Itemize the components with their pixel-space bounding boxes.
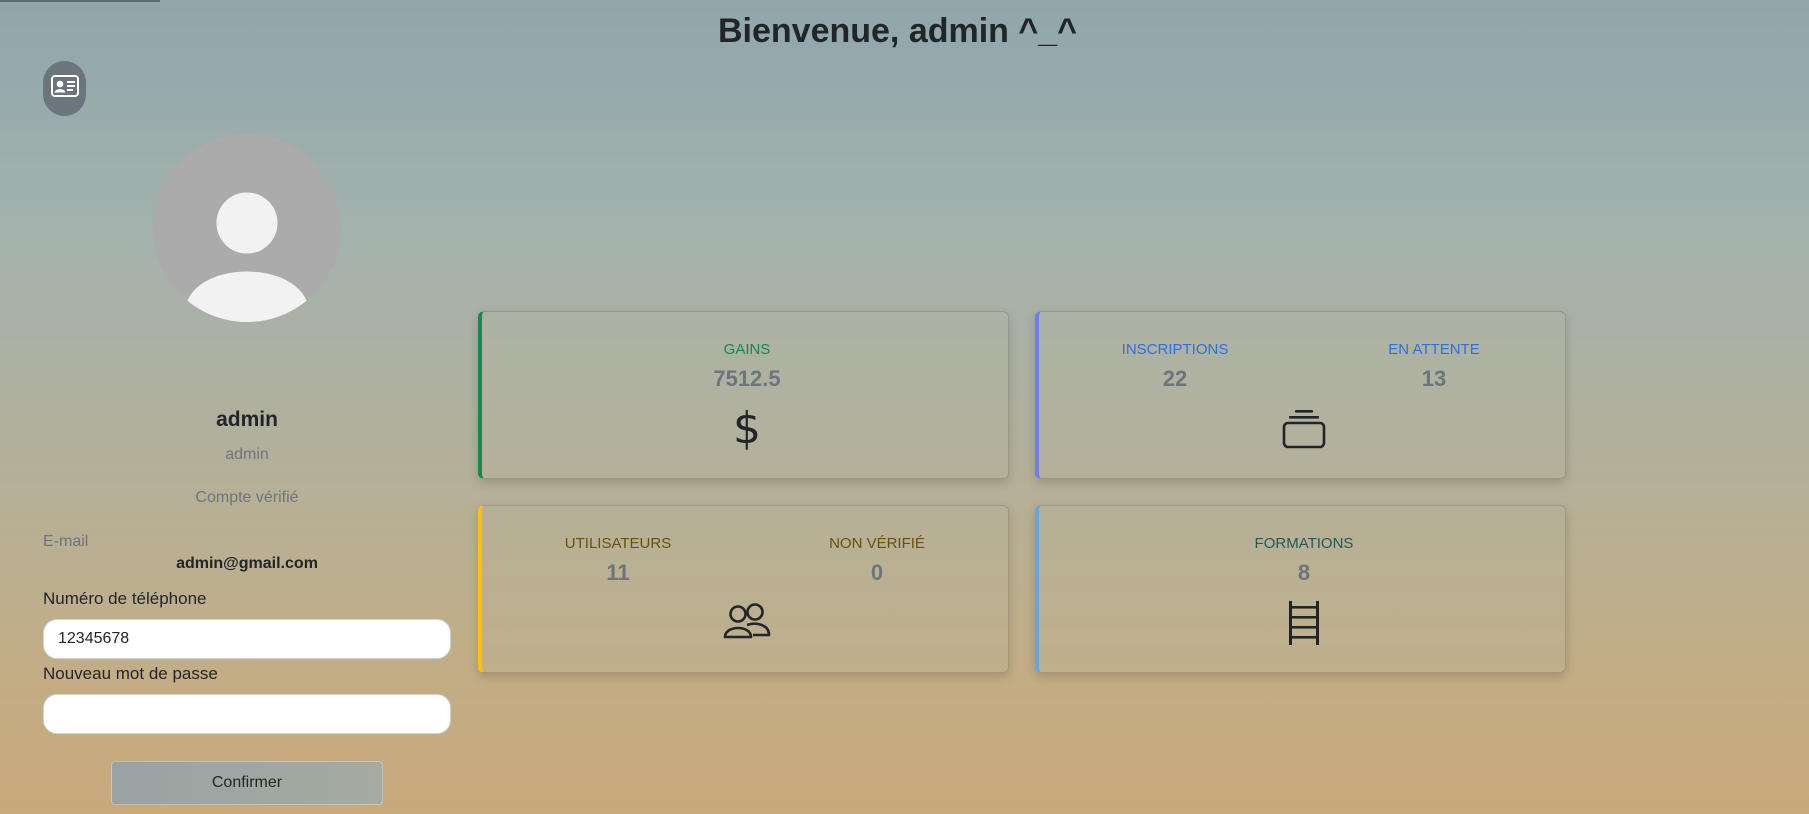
account-status: Compte vérifié bbox=[195, 489, 299, 506]
new-password-input[interactable] bbox=[43, 694, 451, 734]
person-vcard-icon bbox=[50, 75, 79, 102]
password-label: Nouveau mot de passe bbox=[43, 664, 218, 683]
profile-role: admin bbox=[225, 446, 269, 463]
gains-card: GAINS 7512.5 $ bbox=[478, 311, 1009, 479]
people-icon bbox=[722, 598, 772, 648]
top-left-tab bbox=[0, 0, 160, 2]
person-avatar-icon bbox=[153, 134, 341, 322]
users-label: UTILISATEURS bbox=[564, 535, 672, 552]
inscriptions-card: INSCRIPTIONS 22 EN ATTENTE 13 bbox=[1035, 311, 1566, 479]
profile-name: admin bbox=[216, 408, 278, 431]
confirm-button[interactable]: Confirmer bbox=[111, 761, 383, 805]
unverified-label: NON VÉRIFIÉ bbox=[829, 535, 925, 552]
formations-card: FORMATIONS 8 bbox=[1035, 505, 1566, 673]
phone-input[interactable] bbox=[43, 619, 451, 659]
pending-value: 13 bbox=[1421, 366, 1447, 391]
gains-value: 7512.5 bbox=[713, 366, 781, 391]
ladder-icon bbox=[1279, 598, 1329, 648]
id-card-button[interactable] bbox=[43, 61, 86, 116]
email-label: E-mail bbox=[43, 533, 89, 550]
page-title: Bienvenue, admin ^_^ bbox=[717, 12, 1078, 50]
users-value: 11 bbox=[606, 560, 630, 585]
avatar bbox=[153, 134, 341, 322]
formations-value: 8 bbox=[1297, 560, 1311, 585]
currency-dollar-icon: $ bbox=[733, 403, 761, 454]
unverified-value: 0 bbox=[870, 560, 884, 585]
phone-label: Numéro de téléphone bbox=[43, 589, 207, 608]
inscriptions-value: 22 bbox=[1162, 366, 1188, 391]
collection-icon bbox=[1279, 404, 1329, 454]
gains-label: GAINS bbox=[723, 341, 771, 358]
formations-label: FORMATIONS bbox=[1254, 535, 1354, 552]
inscriptions-label: INSCRIPTIONS bbox=[1121, 341, 1229, 358]
users-card: UTILISATEURS 11 NON VÉRIFIÉ 0 bbox=[478, 505, 1009, 673]
email-value: admin@gmail.com bbox=[176, 555, 318, 572]
pending-label: EN ATTENTE bbox=[1388, 341, 1480, 358]
